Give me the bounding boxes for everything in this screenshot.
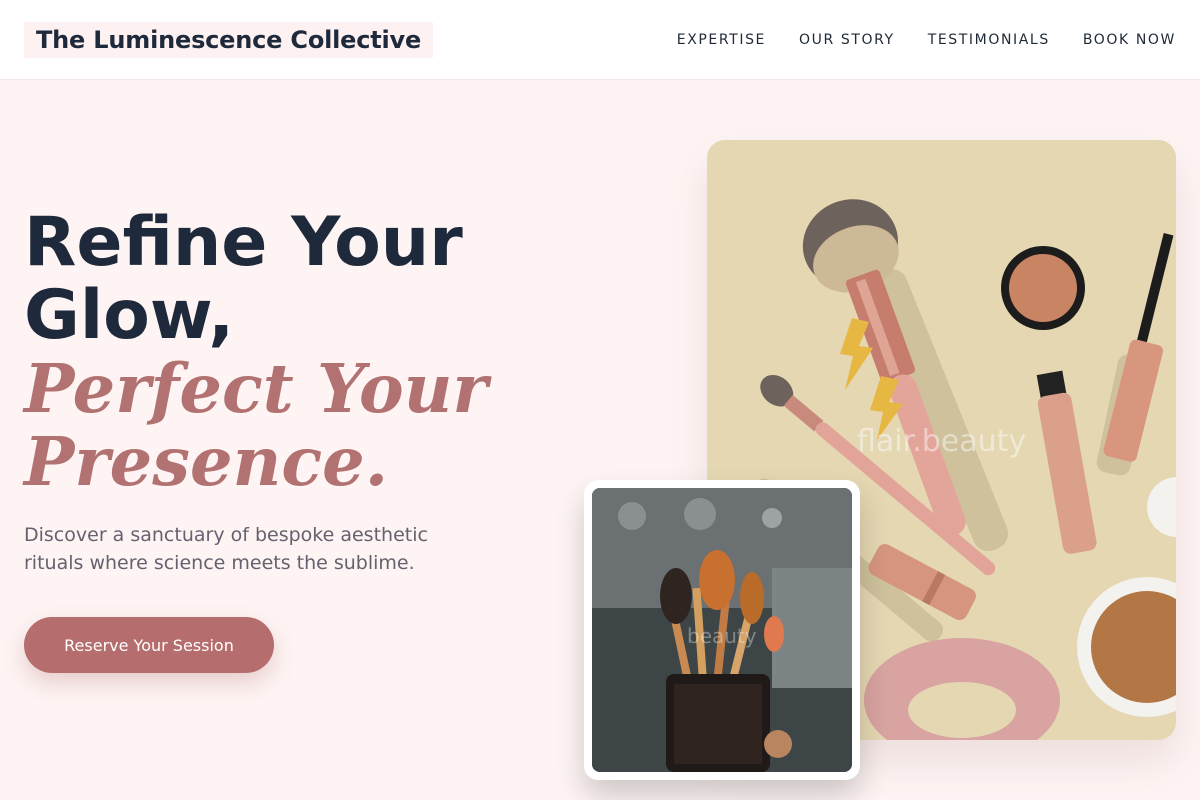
nav-expertise[interactable]: EXPERTISE: [677, 30, 766, 50]
hero-headline: Refine Your Glow, Perfect Your Presence.: [24, 206, 564, 498]
nav-testimonials[interactable]: TESTIMONIALS: [928, 30, 1050, 50]
site-header: The Luminescence Collective EXPERTISE OU…: [0, 0, 1200, 80]
headline-italic-line-1: Perfect Your: [24, 349, 488, 428]
brushes-photo: beauty: [592, 488, 852, 772]
headline-line-1: Refine Your: [24, 203, 463, 282]
secondary-image-card: beauty: [584, 480, 860, 780]
headline-line-2: Glow,: [24, 276, 235, 355]
headline-italic-line-2: Presence.: [24, 422, 389, 501]
nav-our-story[interactable]: OUR STORY: [799, 30, 895, 50]
image-watermark: flair.beauty: [857, 424, 1027, 459]
hero-subtext: Discover a sanctuary of bespoke aestheti…: [24, 524, 428, 574]
nav-book-now[interactable]: BOOK NOW: [1083, 30, 1176, 50]
reserve-session-button[interactable]: Reserve Your Session: [24, 617, 274, 673]
brand-logo[interactable]: The Luminescence Collective: [24, 22, 434, 58]
thumb-watermark: beauty: [687, 624, 757, 648]
main-nav: EXPERTISE OUR STORY TESTIMONIALS BOOK NO…: [677, 30, 1176, 50]
